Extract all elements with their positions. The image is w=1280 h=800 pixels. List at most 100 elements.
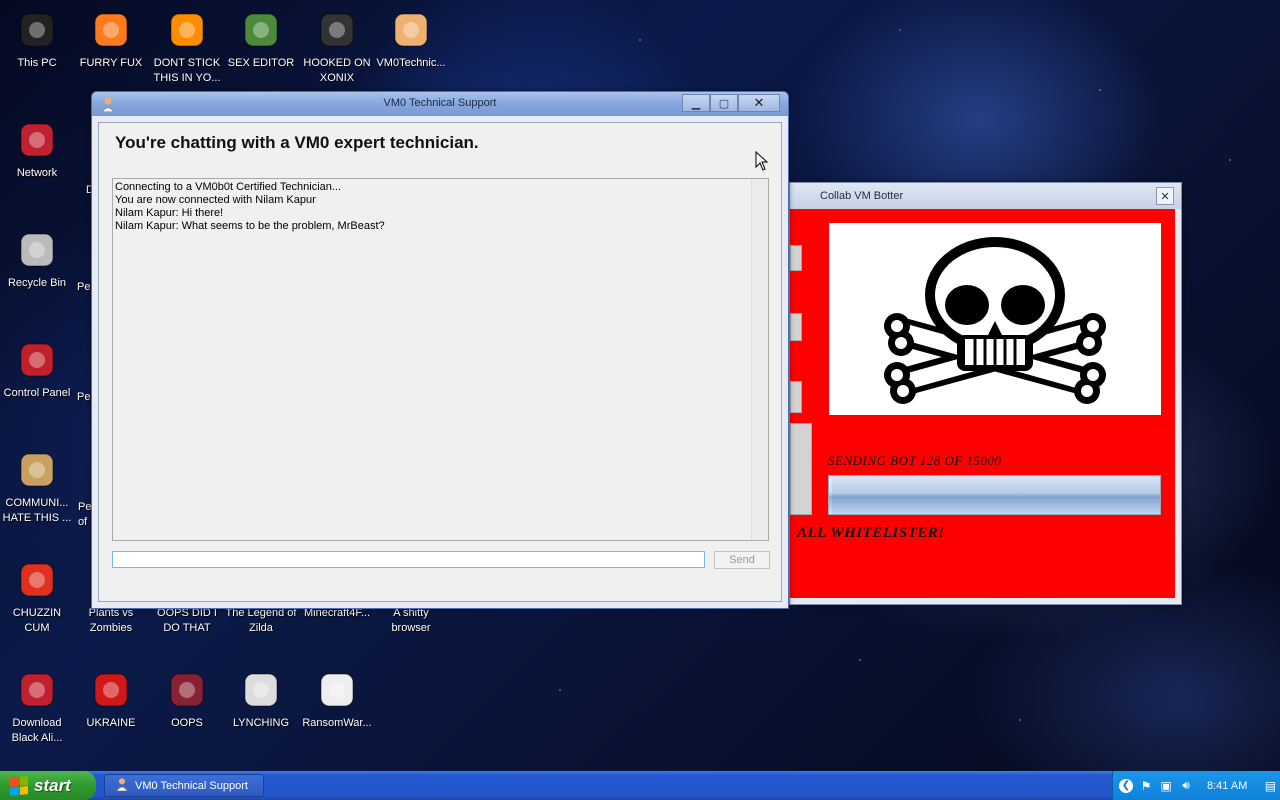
dropdown-fragment[interactable] <box>790 245 802 271</box>
recycle-bin-icon <box>15 228 59 272</box>
desktop-icon-label: COMMUNI... HATE THIS ... <box>2 497 72 524</box>
windows-logo-icon <box>10 775 28 796</box>
chat-message: Connecting to a VM0b0t Certified Technic… <box>115 181 342 193</box>
stepper-fragment[interactable] <box>790 313 802 341</box>
oops-icon <box>165 668 209 712</box>
desktop-icon[interactable]: RansomWar... <box>300 668 374 731</box>
maximize-icon: ▢ <box>718 96 730 110</box>
system-tray: ❮ ⚑ ▣ 🔊︎ 8:41 AM ▤ <box>1112 771 1280 800</box>
computer-icon <box>15 8 59 52</box>
botter-close-button[interactable]: ✕ <box>1156 187 1174 205</box>
chuzzle-icon <box>15 558 59 602</box>
taskbar-item-vm0-support[interactable]: VM0 Technical Support <box>104 774 264 797</box>
desktop-icon[interactable]: This PC <box>0 8 74 71</box>
chat-window[interactable]: VM0 Technical Support ▁ ▢ ✕ You're chatt… <box>91 91 789 609</box>
desktop-icon-label: SEX EDITOR <box>227 57 295 69</box>
maximize-button[interactable]: ▢ <box>710 94 738 112</box>
window-controls: ▁ ▢ ✕ <box>682 94 780 112</box>
chat-heading: You're chatting with a VM0 expert techni… <box>115 133 479 152</box>
desktop-icon-label: The Legend of Zilda <box>225 607 297 634</box>
desktop-icon[interactable]: HOOKED ON XONIX <box>300 8 374 86</box>
desktop-icon-label: LYNCHING <box>232 717 290 729</box>
botter-titlebar[interactable]: Collab VM Botter ✕ <box>790 183 1181 209</box>
support-technician-icon <box>115 777 129 794</box>
desktop-icon-label: CHUZZIN CUM <box>12 607 62 634</box>
vlc-cone-icon <box>165 8 209 52</box>
bot-progress-bar <box>828 475 1161 515</box>
volume-icon[interactable]: 🔊︎ <box>1179 778 1193 793</box>
chat-log[interactable]: Connecting to a VM0b0t Certified Technic… <box>112 178 769 541</box>
desktop-icon[interactable]: Network <box>0 118 74 181</box>
desktop-icon-label: Recycle Bin <box>7 277 67 289</box>
desktop-icon[interactable]: VM0Technic... <box>374 8 448 71</box>
desktop-icon-label: Download Black Ali... <box>11 717 63 744</box>
desktop-icon-label: A shitty browser <box>391 607 431 634</box>
partial-label: Pe of <box>78 501 92 528</box>
chat-body: You're chatting with a VM0 expert techni… <box>98 122 782 602</box>
desktop-icon-label: UKRAINE <box>86 717 136 729</box>
desktop-icon-label: HOOKED ON XONIX <box>303 57 371 84</box>
chat-message: Nilam Kapur: What seems to be the proble… <box>115 220 385 232</box>
network-tray-icon[interactable]: ▣ <box>1159 779 1173 793</box>
sending-status: SENDING BOT 128 OF 15000 <box>828 453 1002 468</box>
partial-label: Pe <box>77 391 91 403</box>
close-icon: ✕ <box>753 95 765 111</box>
mouse-cursor-icon <box>755 150 769 174</box>
message-input[interactable] <box>112 551 705 568</box>
download-icon <box>15 668 59 712</box>
show-hidden-icons-chevron-icon[interactable]: ❮ <box>1119 778 1133 793</box>
chat-log-scrollbar[interactable] <box>751 179 768 540</box>
chat-messages: Connecting to a VM0b0t Certified Technic… <box>115 181 766 233</box>
taskbar-item-label: VM0 Technical Support <box>135 779 248 792</box>
control-panel-icon <box>15 338 59 382</box>
money-bag-icon <box>15 448 59 492</box>
chat-message: Nilam Kapur: Hi there! <box>115 207 224 219</box>
desktop-icon-label: Plants vs Zombies <box>88 607 134 634</box>
hxd-editor-icon <box>239 8 283 52</box>
botter-title: Collab VM Botter <box>820 190 904 202</box>
chat-message: You are now connected with Nilam Kapur <box>115 194 316 206</box>
minimize-icon: ▁ <box>691 96 701 110</box>
desktop-icon[interactable]: Recycle Bin <box>0 228 74 291</box>
desktop-icon[interactable]: Control Panel <box>0 338 74 401</box>
desktop-icon-label: OOPS DID I DO THAT <box>157 607 217 634</box>
skull-crossbones-icon <box>829 223 1161 415</box>
desktop-icon-label: Control Panel <box>3 387 71 399</box>
desktop-icon[interactable]: COMMUNI... HATE THIS ... <box>0 448 74 526</box>
firefox-icon <box>89 8 133 52</box>
control-fragment <box>790 423 812 515</box>
botter-window[interactable]: Collab VM Botter ✕ SENDING BOT 128 OF 15… <box>789 182 1182 605</box>
desktop-icon-label: RansomWar... <box>302 717 372 729</box>
skull-icon <box>315 668 359 712</box>
flag-icon[interactable]: ⚑ <box>1139 779 1153 793</box>
clock[interactable]: 8:41 AM <box>1207 780 1247 792</box>
start-label: start <box>34 775 71 795</box>
support-technician-icon <box>389 8 433 52</box>
desktop-icon-label: This PC <box>17 57 57 69</box>
notification-icon[interactable]: ▤ <box>1263 779 1277 793</box>
control-fragment[interactable] <box>790 381 802 413</box>
desktop-icon[interactable]: Download Black Ali... <box>0 668 74 746</box>
desktop-icon[interactable]: CHUZZIN CUM <box>0 558 74 636</box>
desktop-icon[interactable]: UKRAINE <box>74 668 148 731</box>
chat-titlebar[interactable]: VM0 Technical Support ▁ ▢ ✕ <box>92 92 788 116</box>
start-button[interactable]: start <box>0 771 96 800</box>
botter-panel: SENDING BOT 128 OF 15000 ALL WHITELISTER… <box>790 209 1175 598</box>
network-icon <box>15 118 59 162</box>
desktop-icon[interactable]: LYNCHING <box>224 668 298 731</box>
desktop-icon[interactable]: SEX EDITOR <box>224 8 298 71</box>
noose-icon <box>239 668 283 712</box>
desktop-icon[interactable]: DONT STICK THIS IN YO... <box>150 8 224 86</box>
desktop-icon-label: Network <box>16 167 58 179</box>
desktop-icon-label: DONT STICK THIS IN YO... <box>153 57 221 84</box>
minimize-button[interactable]: ▁ <box>682 94 710 112</box>
desktop-icon-label: OOPS <box>171 717 203 729</box>
taskbar: start VM0 Technical Support ❮ ⚑ ▣ 🔊︎ 8:4… <box>0 771 1280 800</box>
desktop-icon[interactable]: OOPS <box>150 668 224 731</box>
close-button[interactable]: ✕ <box>738 94 780 112</box>
desktop-icon-label: FURRY FUX <box>79 57 143 69</box>
bot-progress-fill <box>829 476 832 514</box>
send-button[interactable]: Send <box>714 551 770 569</box>
xonix-game-icon <box>315 8 359 52</box>
desktop-icon[interactable]: FURRY FUX <box>74 8 148 71</box>
